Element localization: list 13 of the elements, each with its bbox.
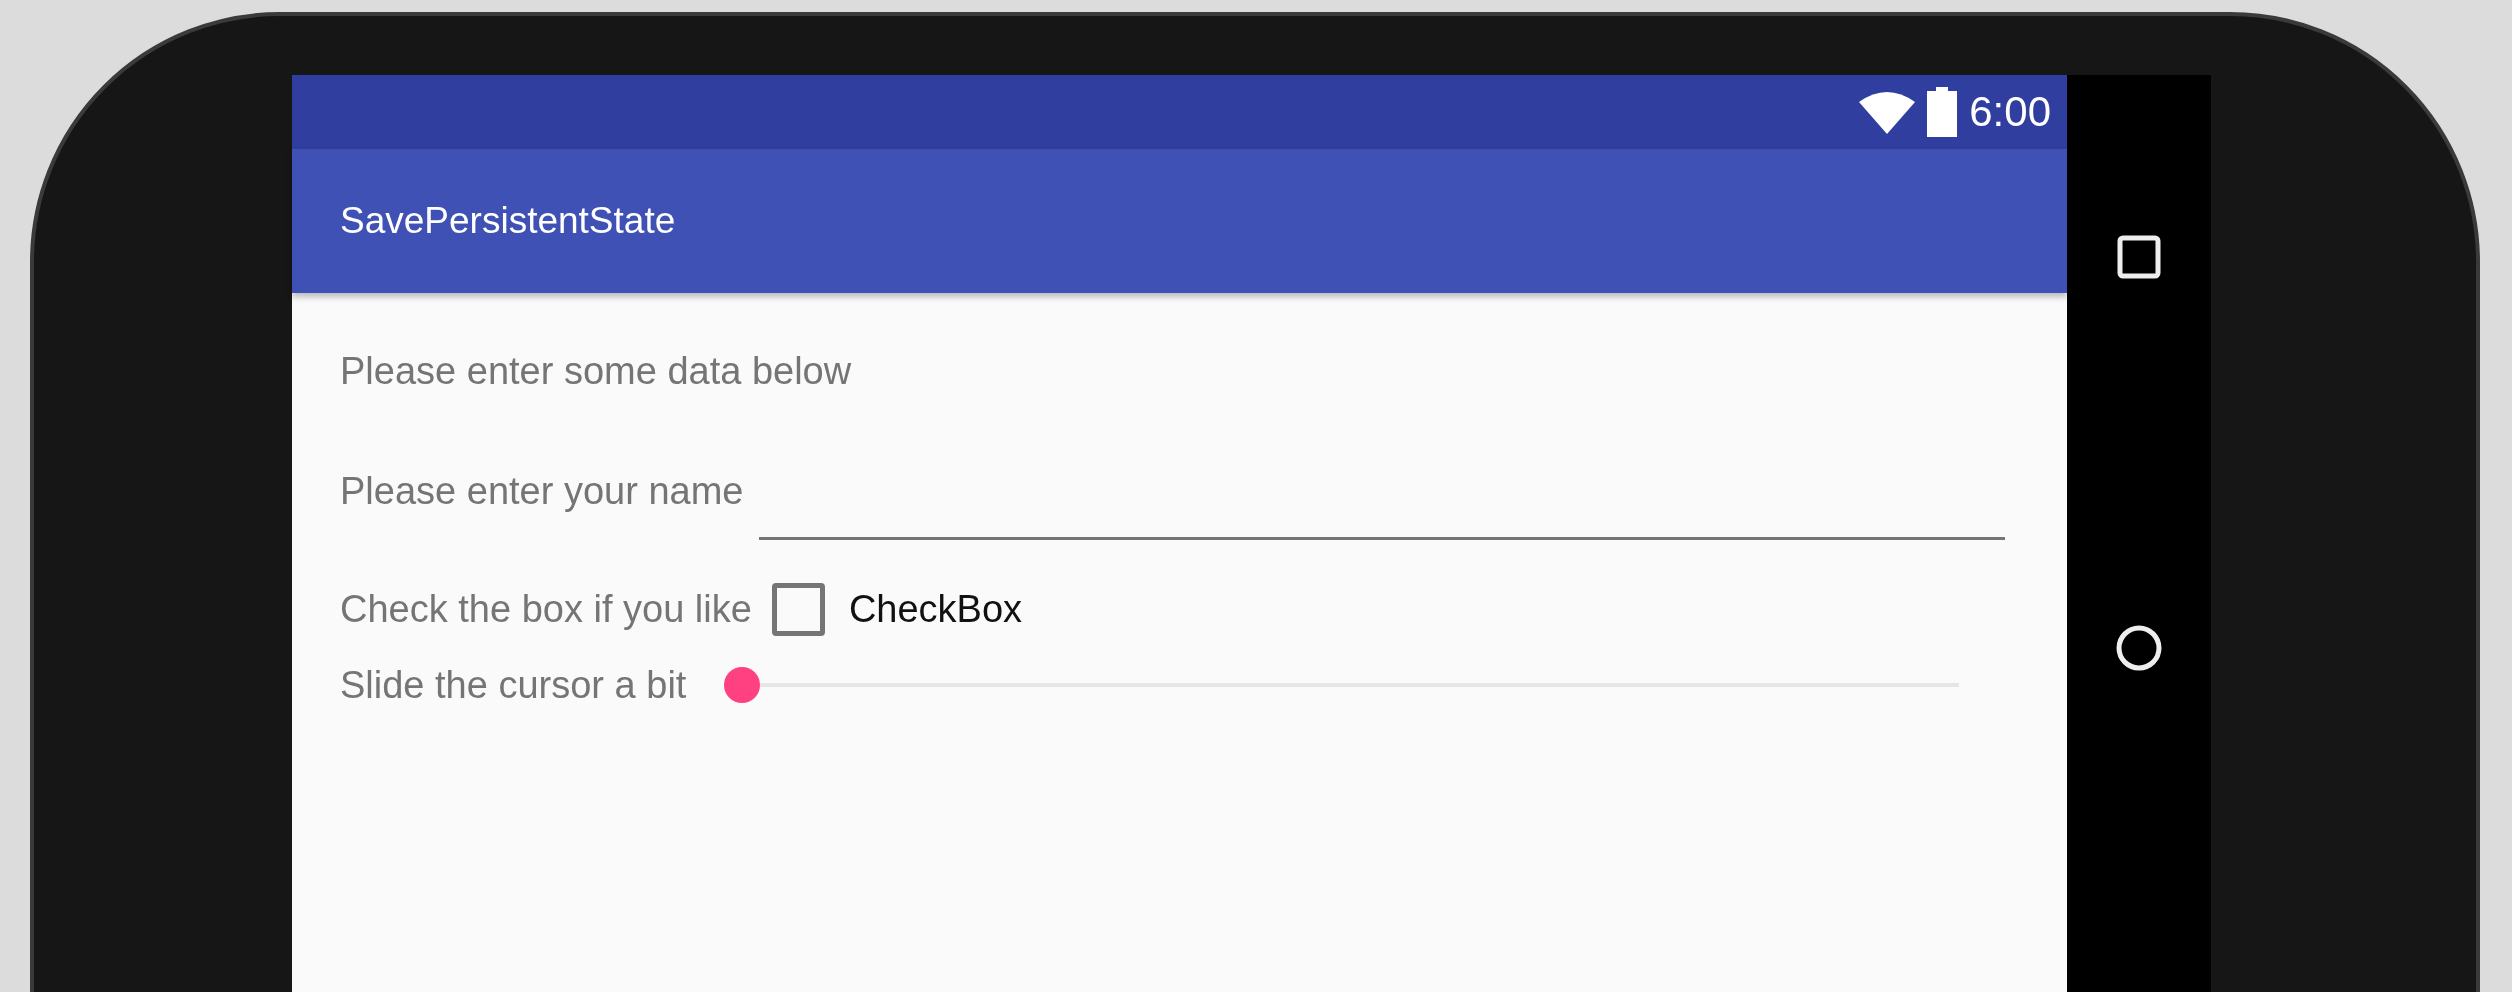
checkbox-label: Check the box if you like [340,587,752,631]
intro-text: Please enter some data below [340,349,852,393]
name-label: Please enter your name [340,469,744,513]
checkbox-caption: CheckBox [848,587,1023,631]
clock-time: 6:00 [1969,88,2051,136]
recents-icon[interactable] [2117,235,2161,279]
slider-thumb[interactable] [724,667,761,703]
wifi-icon [1859,90,1916,134]
battery-icon [1927,87,1958,137]
home-icon[interactable] [2115,624,2163,672]
checkbox[interactable] [771,582,825,636]
slider-label: Slide the cursor a bit [340,663,687,707]
app-title: SavePersistentState [340,200,676,242]
